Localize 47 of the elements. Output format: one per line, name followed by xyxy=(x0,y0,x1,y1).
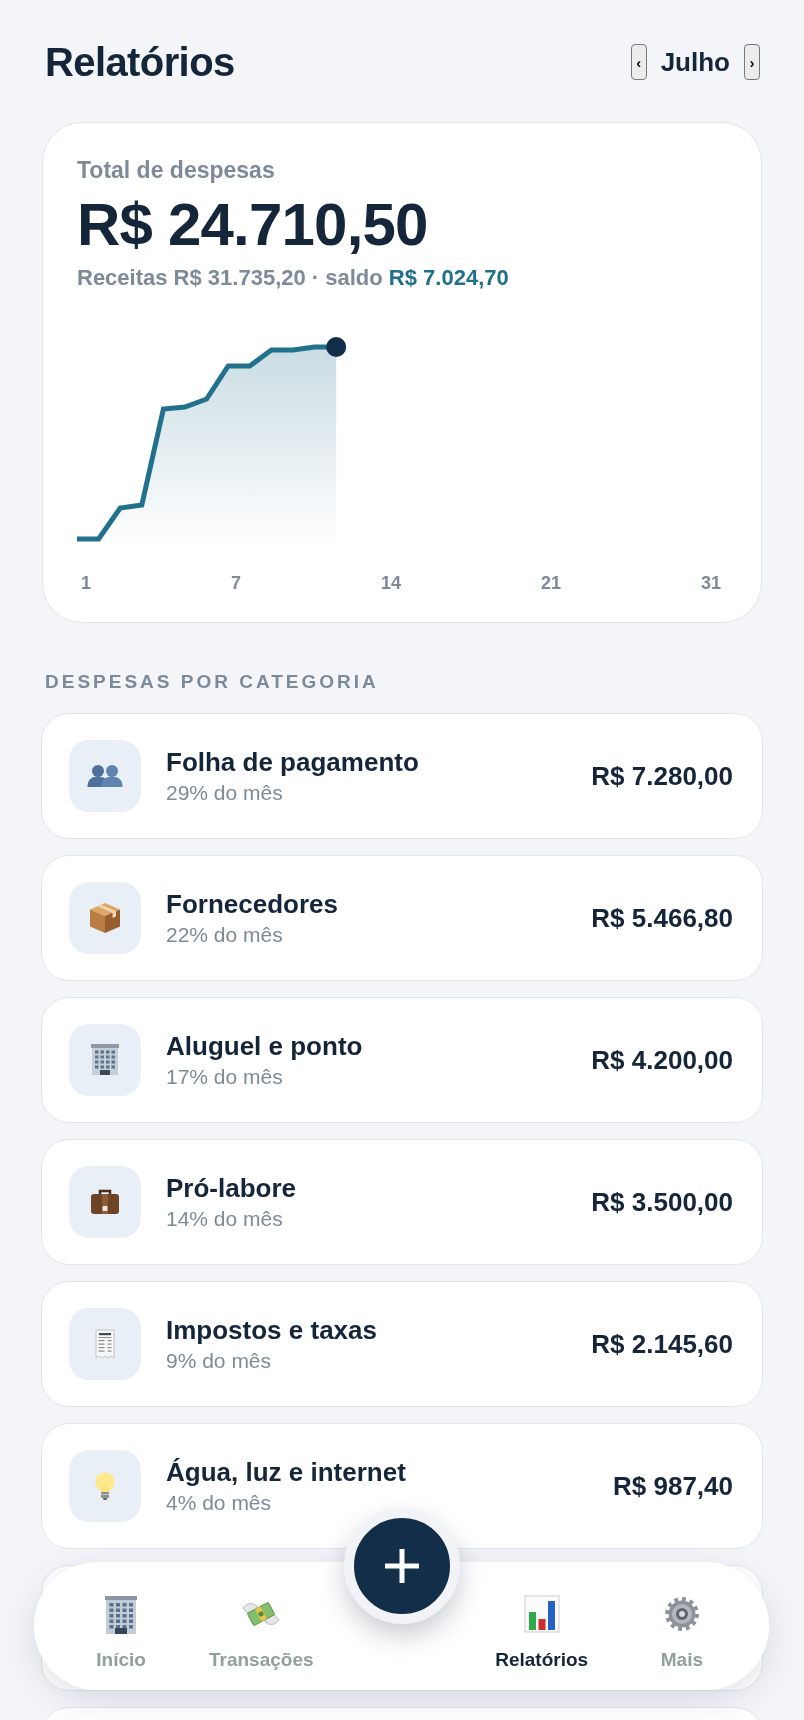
category-card[interactable]: Pró-labore 14% do mês R$ 3.500,00 xyxy=(41,1139,763,1265)
axis-label: 21 xyxy=(540,572,561,594)
bar-chart-icon xyxy=(521,1594,562,1634)
plus-icon xyxy=(385,1549,419,1583)
category-share: 22% do mês xyxy=(166,921,283,948)
category-name: Folha de pagamento xyxy=(166,746,419,777)
month-label: Julho xyxy=(660,46,730,78)
people-icon xyxy=(69,740,141,812)
total-amount: R$ 24.710,50 xyxy=(77,192,429,258)
axis-label: 14 xyxy=(380,572,401,594)
category-share: 9% do mês xyxy=(166,1347,272,1374)
box-icon xyxy=(69,882,141,954)
axis-label: 7 xyxy=(231,572,241,594)
total-label: Total de despesas xyxy=(77,156,276,184)
category-share: 14% do mês xyxy=(166,1205,283,1232)
category-name: Água, luz e internet xyxy=(166,1456,406,1487)
category-share: 4% do mês xyxy=(166,1489,272,1516)
category-amount: R$ 2.145,60 xyxy=(591,1328,733,1360)
building-icon xyxy=(69,1024,141,1096)
category-card[interactable]: Folha de pagamento 29% do mês R$ 7.280,00 xyxy=(41,713,763,839)
category-name: Fornecedores xyxy=(166,888,338,919)
category-amount: R$ 3.500,00 xyxy=(591,1186,733,1218)
category-share: 29% do mês xyxy=(166,779,283,806)
receipt-icon xyxy=(69,1308,141,1380)
category-card[interactable]: Água, luz e internet 4% do mês R$ 987,40 xyxy=(41,1423,763,1549)
category-name: Pró-labore xyxy=(166,1172,297,1203)
category-amount: R$ 987,40 xyxy=(613,1470,733,1502)
category-share: 17% do mês xyxy=(166,1063,283,1090)
category-card[interactable]: Aluguel e ponto 17% do mês R$ 4.200,00 xyxy=(41,997,763,1123)
category-name: Impostos e taxas xyxy=(166,1314,377,1345)
nav-tab[interactable]: Relatórios xyxy=(495,1594,589,1672)
income-balance-line: Receitas R$ 31.735,20 · saldo R$ 7.024,70 xyxy=(77,264,510,292)
page-title: Relatórios xyxy=(45,39,235,86)
next-month-button[interactable]: › xyxy=(744,44,760,80)
category-amount: R$ 4.200,00 xyxy=(591,1044,733,1076)
axis-label: 31 xyxy=(700,572,721,594)
section-heading: DESPESAS POR CATEGORIA xyxy=(45,670,380,694)
category-name: Aluguel e ponto xyxy=(166,1030,363,1061)
category-card[interactable]: Fornecedores 22% do mês R$ 5.466,80 xyxy=(41,855,763,981)
category-amount: R$ 5.466,80 xyxy=(591,902,733,934)
previous-month-button[interactable]: ‹ xyxy=(630,44,647,80)
axis-label: 1 xyxy=(81,572,91,594)
category-card[interactable]: Impostos e taxas 9% do mês R$ 2.145,60 xyxy=(41,1281,763,1407)
category-amount: R$ 7.280,00 xyxy=(591,760,733,792)
lightbulb-icon xyxy=(69,1450,141,1522)
endpoint-dot-icon xyxy=(326,337,347,357)
briefcase-icon xyxy=(69,1166,141,1238)
